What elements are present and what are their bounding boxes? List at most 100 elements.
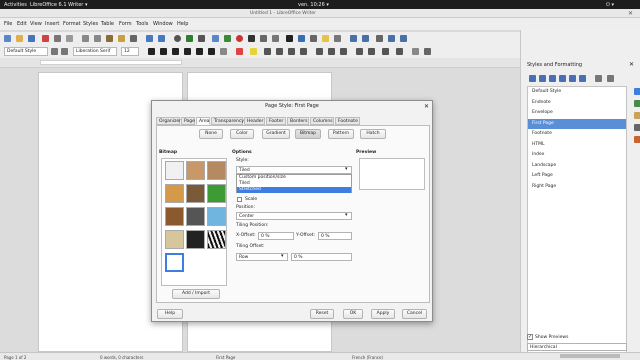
bitmap-swatch-pebbles[interactable] [165, 207, 184, 226]
tab-footnote[interactable]: Footnote [335, 117, 360, 125]
line-spacing-icon[interactable] [382, 48, 389, 55]
sidebar-page-icon[interactable] [634, 100, 640, 107]
style-list-item[interactable]: Envelope [528, 108, 626, 118]
increase-indent-icon[interactable] [356, 48, 363, 55]
cut-icon[interactable] [82, 35, 89, 42]
cancel-button[interactable]: Cancel [402, 309, 427, 319]
paragraph-spacing-icon[interactable] [396, 48, 403, 55]
draw-functions-icon[interactable] [376, 35, 383, 42]
decrease-indent-icon[interactable] [368, 48, 375, 55]
hyperlink-icon[interactable] [298, 35, 305, 42]
bitmap-swatch-wood[interactable] [165, 184, 184, 203]
menu-form[interactable]: Form [119, 21, 132, 27]
clock[interactable]: ven. 10:26 ▾ [298, 2, 329, 8]
menu-help[interactable]: Help [177, 21, 188, 27]
bitmap-swatch-selected[interactable] [165, 253, 184, 272]
sidebar-close-icon[interactable]: ✕ [629, 61, 634, 68]
tab-transparency[interactable]: Transparency [211, 117, 244, 125]
sidebar-navigator-icon[interactable] [634, 136, 640, 143]
justify-icon[interactable] [300, 48, 307, 55]
menu-tools[interactable]: Tools [136, 21, 148, 27]
paragraph-styles-icon[interactable] [529, 75, 536, 82]
style-actions-icon[interactable] [607, 75, 614, 82]
open-icon[interactable] [16, 35, 23, 42]
font-color-icon[interactable] [236, 48, 243, 55]
shapes-icon[interactable] [400, 35, 407, 42]
bitmap-swatch-mosaic[interactable] [165, 230, 184, 249]
line-icon[interactable] [350, 35, 357, 42]
help-button[interactable]: Help [157, 309, 183, 319]
numbering-icon[interactable] [328, 48, 335, 55]
new-icon[interactable] [4, 35, 11, 42]
power-icon[interactable]: ⏻ ▾ [606, 2, 614, 8]
style-list-item[interactable]: Footnote [528, 129, 626, 139]
fill-none-button[interactable]: None [199, 129, 223, 139]
horizontal-ruler[interactable] [0, 58, 520, 68]
bitmap-swatch-zebra[interactable] [207, 230, 226, 249]
app-menu[interactable]: LibreOffice 6.1 Writer ▾ [30, 2, 87, 8]
highlight-icon[interactable] [250, 48, 257, 55]
show-previews-checkbox[interactable]: ✓ [527, 334, 533, 340]
align-center-icon[interactable] [276, 48, 283, 55]
menu-view[interactable]: View [30, 21, 42, 27]
undo-icon[interactable] [146, 35, 153, 42]
table-icon[interactable] [212, 35, 219, 42]
dialog-close-icon[interactable]: ✕ [424, 103, 429, 110]
track-changes-icon[interactable] [334, 35, 341, 42]
basic-shapes-icon[interactable] [362, 35, 369, 42]
style-combo[interactable]: Tiled [236, 166, 352, 174]
bitmap-swatch-paper-crumpled[interactable] [207, 161, 226, 180]
style-filter-combo[interactable]: Hierarchical [527, 343, 627, 351]
outline-icon[interactable] [340, 48, 347, 55]
spelling-icon[interactable] [186, 35, 193, 42]
activities-button[interactable]: Activities [4, 2, 27, 8]
redo-icon[interactable] [158, 35, 165, 42]
page-count[interactable]: Page 1 of 2 [4, 355, 26, 360]
background-color-icon[interactable] [412, 48, 419, 55]
strikethrough-icon[interactable] [184, 48, 191, 55]
paste-icon[interactable] [106, 35, 113, 42]
bitmap-swatch-grass[interactable] [207, 184, 226, 203]
position-dropdown-arrow-icon[interactable]: ▾ [345, 212, 348, 218]
page-style-status[interactable]: First Page [216, 355, 235, 360]
style-list-item[interactable]: Endnote [528, 98, 626, 108]
fill-bitmap-button[interactable]: Bitmap [295, 129, 321, 139]
bitmap-swatch-stone[interactable] [186, 207, 205, 226]
field-icon[interactable] [272, 35, 279, 42]
paragraph-dialog-icon[interactable] [424, 48, 431, 55]
special-char-icon[interactable] [286, 35, 293, 42]
shadow-icon[interactable] [220, 48, 227, 55]
shapes-dropdown-icon[interactable] [388, 35, 395, 42]
style-list-item[interactable]: HTML [528, 140, 626, 150]
save-icon[interactable] [28, 35, 35, 42]
tiling-mode-dropdown-arrow-icon[interactable]: ▾ [281, 253, 284, 259]
tab-columns[interactable]: Columns [310, 117, 334, 125]
ok-button[interactable]: OK [343, 309, 363, 319]
word-count[interactable]: 0 words, 0 characters [100, 355, 143, 360]
fill-format-icon[interactable] [595, 75, 602, 82]
comment-icon[interactable] [322, 35, 329, 42]
tab-page[interactable]: Page [181, 117, 195, 125]
sidebar-gallery-icon[interactable] [634, 124, 640, 131]
position-combo[interactable]: Center [236, 212, 352, 220]
update-style-icon[interactable] [51, 48, 58, 55]
style-list-item[interactable]: First Page [528, 118, 626, 129]
sidebar-styles-icon[interactable] [634, 112, 640, 119]
tab-organizer[interactable]: Organizer [156, 117, 181, 125]
bitmap-swatch-dark-wood[interactable] [186, 184, 205, 203]
print-preview-icon[interactable] [66, 35, 73, 42]
x-offset-spinbox[interactable]: 0 % [258, 232, 294, 240]
bitmap-swatch-painted-white[interactable] [165, 161, 184, 180]
bitmap-swatch-paper-texture[interactable] [186, 161, 205, 180]
close-window-icon[interactable]: ✕ [628, 10, 633, 17]
menu-table[interactable]: Table [101, 21, 114, 27]
menu-format[interactable]: Format [63, 21, 81, 27]
paragraph-style-combo[interactable]: Default Style [4, 47, 48, 56]
character-styles-icon[interactable] [539, 75, 546, 82]
style-dropdown-arrow-icon[interactable]: ▾ [345, 166, 348, 172]
style-list-item[interactable]: Landscape [528, 161, 626, 171]
align-left-icon[interactable] [264, 48, 271, 55]
zoom-slider[interactable] [560, 354, 620, 358]
apply-button[interactable]: Apply [371, 309, 395, 319]
bitmap-swatch-black-texture[interactable] [186, 230, 205, 249]
